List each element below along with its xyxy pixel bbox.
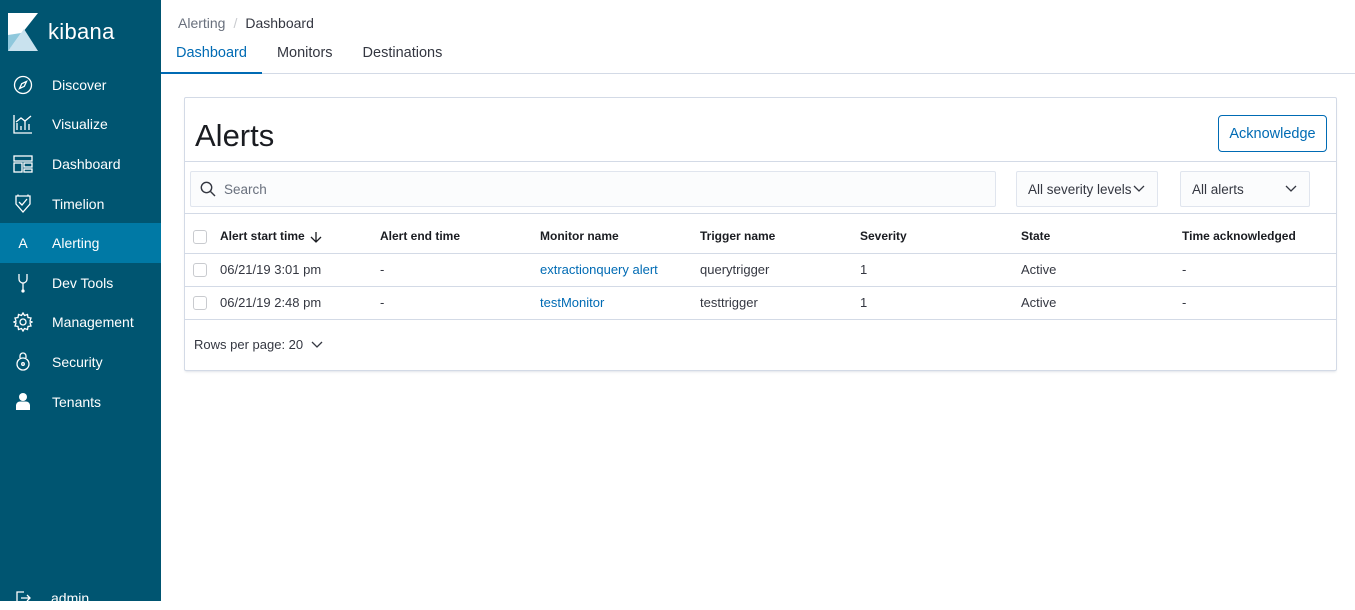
rows-per-page-button[interactable]: Rows per page: 20 bbox=[194, 337, 323, 352]
sidebar-item-dev-tools[interactable]: Dev Tools bbox=[0, 263, 161, 303]
breadcrumb: Alerting / Dashboard bbox=[178, 15, 314, 31]
sidebar-item-dashboard[interactable]: Dashboard bbox=[0, 144, 161, 184]
column-header-state[interactable]: State bbox=[1021, 220, 1182, 254]
sidebar-item-discover[interactable]: Discover bbox=[0, 65, 161, 105]
cell-state: Active bbox=[1021, 253, 1182, 287]
cell-monitor-name: testMonitor bbox=[540, 286, 700, 320]
sidebar-item-label: Discover bbox=[52, 76, 107, 93]
search-icon bbox=[200, 181, 216, 197]
wrench-icon bbox=[13, 273, 33, 293]
tab-monitors[interactable]: Monitors bbox=[262, 33, 348, 73]
sidebar-item-label: Management bbox=[52, 314, 134, 331]
cell-start-time: 06/21/19 2:48 pm bbox=[220, 286, 380, 320]
cell-time-acknowledged: - bbox=[1182, 286, 1336, 320]
monitor-link[interactable]: testMonitor bbox=[540, 295, 604, 310]
timelion-icon bbox=[13, 194, 33, 214]
sidebar-item-label: Dev Tools bbox=[52, 274, 114, 291]
sidebar-item-user[interactable]: admin bbox=[0, 586, 161, 610]
breadcrumb-separator: / bbox=[233, 15, 238, 31]
select-all-checkbox[interactable] bbox=[193, 229, 207, 244]
cell-end-time: - bbox=[380, 286, 540, 320]
rows-per-page-label: Rows per page: 20 bbox=[194, 337, 304, 352]
alerting-letter-icon: A bbox=[18, 235, 28, 252]
select-all-cell bbox=[185, 220, 220, 254]
tab-bar: Dashboard Monitors Destinations bbox=[161, 33, 1355, 74]
sort-down-icon bbox=[310, 232, 322, 243]
severity-select[interactable]: All severity levels bbox=[1016, 171, 1158, 207]
chevron-down-icon bbox=[311, 341, 323, 348]
column-header-monitor[interactable]: Monitor name bbox=[540, 220, 700, 254]
kibana-logo[interactable]: kibana bbox=[8, 13, 115, 51]
alerts-state-select-value: All alerts bbox=[1192, 181, 1244, 197]
logout-icon bbox=[16, 591, 31, 605]
cell-severity: 1 bbox=[860, 286, 1021, 320]
chevron-down-icon bbox=[1285, 185, 1297, 192]
sidebar-item-timelion[interactable]: Timelion bbox=[0, 184, 161, 224]
sidebar-item-tenants[interactable]: Tenants bbox=[0, 382, 161, 422]
severity-select-value: All severity levels bbox=[1028, 181, 1132, 197]
column-header-severity[interactable]: Severity bbox=[860, 220, 1021, 254]
divider bbox=[185, 161, 1336, 162]
search-input[interactable] bbox=[224, 181, 924, 197]
sidebar-item-label: Timelion bbox=[52, 195, 105, 212]
table-row: 06/21/19 3:01 pm - extractionquery alert… bbox=[185, 253, 1336, 287]
cell-start-time: 06/21/19 3:01 pm bbox=[220, 253, 380, 287]
cell-severity: 1 bbox=[860, 253, 1021, 287]
chart-icon bbox=[13, 114, 33, 135]
sidebar-item-security[interactable]: Security bbox=[0, 342, 161, 382]
column-header-ack[interactable]: Time acknowledged bbox=[1182, 220, 1336, 254]
sidebar-item-visualize[interactable]: Visualize bbox=[0, 105, 161, 145]
acknowledge-button[interactable]: Acknowledge bbox=[1218, 115, 1327, 152]
page-title: Alerts bbox=[195, 118, 275, 153]
logo-text: kibana bbox=[48, 19, 115, 44]
alerts-state-select[interactable]: All alerts bbox=[1180, 171, 1310, 207]
cell-trigger-name: testtrigger bbox=[700, 286, 860, 320]
row-select-cell bbox=[185, 286, 220, 320]
user-icon bbox=[13, 392, 33, 412]
column-header-label: Alert start time bbox=[220, 229, 305, 244]
row-checkbox[interactable] bbox=[193, 296, 207, 311]
search-field[interactable] bbox=[190, 171, 996, 207]
cell-state: Active bbox=[1021, 286, 1182, 320]
table-row: 06/21/19 2:48 pm - testMonitor testtrigg… bbox=[185, 286, 1336, 320]
sidebar-item-label: Alerting bbox=[52, 235, 100, 252]
sidebar-item-management[interactable]: Management bbox=[0, 303, 161, 343]
alerts-table: Alert start time Alert end time Monitor … bbox=[185, 220, 1336, 320]
row-checkbox[interactable] bbox=[193, 263, 207, 278]
divider bbox=[185, 213, 1336, 214]
alerts-panel: Alerts Acknowledge All severity levels A… bbox=[184, 97, 1337, 371]
lock-icon bbox=[13, 352, 33, 372]
sidebar: kibana Discover Visualize Dashboard Time… bbox=[0, 0, 161, 606]
kibana-logo-icon bbox=[8, 13, 38, 51]
user-label: admin bbox=[51, 590, 90, 606]
gear-icon bbox=[13, 312, 33, 333]
chevron-down-icon bbox=[1133, 185, 1145, 192]
monitor-link[interactable]: extractionquery alert bbox=[540, 262, 658, 277]
sidebar-item-label: Visualize bbox=[52, 116, 108, 133]
sidebar-item-label: Dashboard bbox=[52, 155, 121, 172]
column-header-end[interactable]: Alert end time bbox=[380, 220, 540, 254]
cell-end-time: - bbox=[380, 253, 540, 287]
row-select-cell bbox=[185, 253, 220, 287]
cell-time-acknowledged: - bbox=[1182, 253, 1336, 287]
breadcrumb-alerting[interactable]: Alerting bbox=[178, 15, 225, 31]
sidebar-nav: Discover Visualize Dashboard Timelion A … bbox=[0, 65, 161, 421]
column-header-trigger[interactable]: Trigger name bbox=[700, 220, 860, 254]
tab-dashboard[interactable]: Dashboard bbox=[161, 33, 262, 74]
sidebar-item-alerting[interactable]: A Alerting bbox=[0, 223, 161, 263]
dashboard-icon bbox=[13, 154, 33, 174]
table-header-row: Alert start time Alert end time Monitor … bbox=[185, 220, 1336, 254]
cell-monitor-name: extractionquery alert bbox=[540, 253, 700, 287]
column-header-start[interactable]: Alert start time bbox=[220, 220, 380, 254]
tab-destinations[interactable]: Destinations bbox=[348, 33, 458, 73]
sidebar-item-label: Tenants bbox=[52, 393, 102, 410]
compass-icon bbox=[13, 75, 33, 95]
breadcrumb-current: Dashboard bbox=[245, 15, 314, 31]
cell-trigger-name: querytrigger bbox=[700, 253, 860, 287]
sidebar-item-label: Security bbox=[52, 353, 103, 370]
